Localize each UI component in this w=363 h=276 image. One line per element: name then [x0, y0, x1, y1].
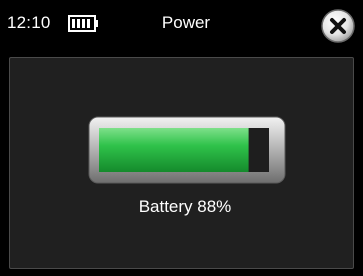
battery-fill: [99, 128, 249, 172]
battery-level-label: Battery 88%: [138, 197, 232, 216]
battery-gauge: [88, 116, 286, 184]
battery-full-icon: [68, 15, 98, 32]
screen-title: Power: [161, 13, 211, 32]
close-button[interactable]: [320, 8, 356, 44]
clock-time: 12:10: [7, 13, 51, 32]
status-bar: 12:10 Power: [0, 0, 363, 52]
